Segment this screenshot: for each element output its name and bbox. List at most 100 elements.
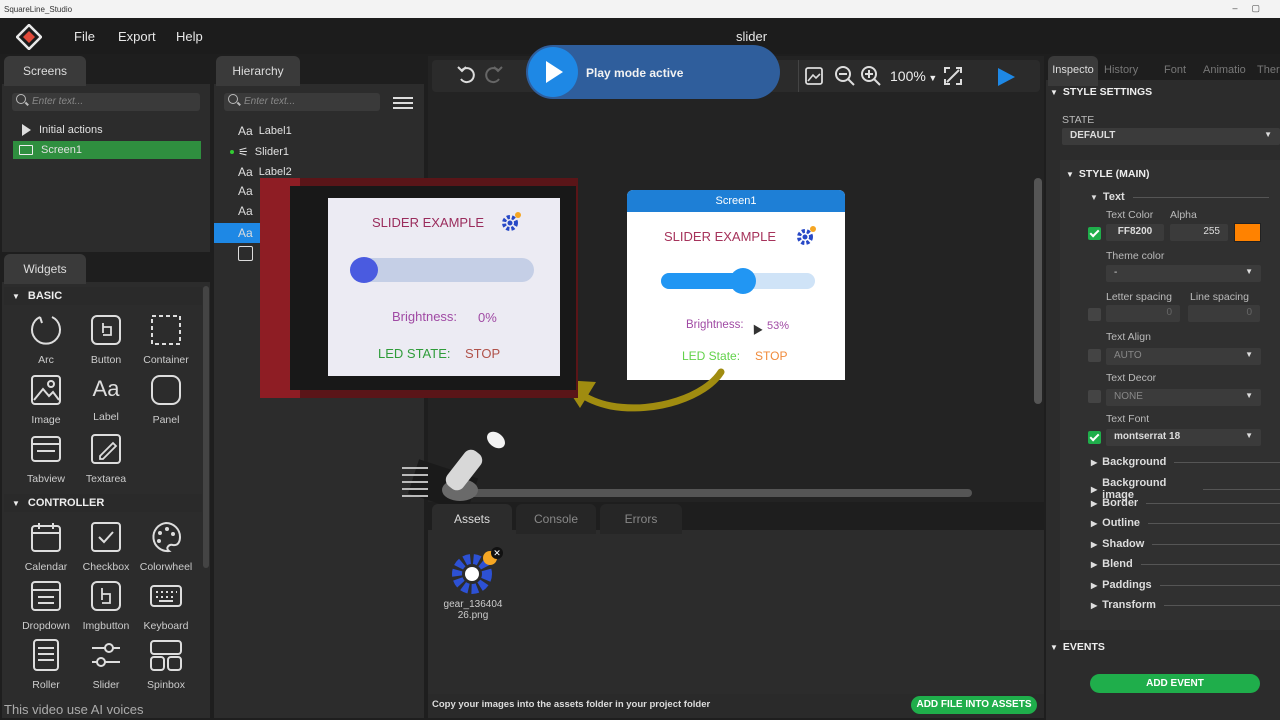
add-file-into-assets-button[interactable]: ADD FILE INTO ASSETS bbox=[911, 696, 1037, 714]
style-settings-header[interactable]: ▼ STYLE SETTINGS bbox=[1050, 86, 1152, 98]
widget-button[interactable]: Button bbox=[76, 313, 136, 366]
widget-roller[interactable]: Roller bbox=[16, 638, 76, 691]
window-controls[interactable]: –▢ bbox=[1232, 3, 1274, 14]
zoom-level-select[interactable]: 100% ▼ bbox=[890, 68, 937, 84]
section-transform[interactable]: ▶ Transform bbox=[1091, 599, 1280, 611]
widget-textarea[interactable]: Textarea bbox=[76, 432, 136, 485]
widget-colorwheel[interactable]: Colorwheel bbox=[136, 520, 196, 573]
photo-title: SLIDER EXAMPLE bbox=[372, 215, 484, 230]
expand-arrow-icon: ▶ bbox=[1091, 484, 1098, 494]
preview-slider-knob[interactable] bbox=[729, 268, 756, 294]
section-basic[interactable]: ▼ BASIC bbox=[4, 287, 202, 305]
menu-help[interactable]: Help bbox=[176, 29, 203, 44]
widget-checkbox[interactable]: Checkbox bbox=[76, 520, 136, 573]
tab-assets[interactable]: Assets bbox=[432, 504, 512, 534]
slider-icon bbox=[92, 643, 120, 667]
tab-history[interactable]: History bbox=[1104, 64, 1138, 76]
expand-arrow-icon: ▶ bbox=[1091, 498, 1098, 508]
tab-console[interactable]: Console bbox=[516, 504, 596, 534]
text-font-checkbox[interactable] bbox=[1088, 431, 1101, 444]
tab-inspector[interactable]: Inspecto bbox=[1048, 56, 1098, 86]
widget-container[interactable]: Container bbox=[136, 313, 196, 366]
events-header[interactable]: ▼ EVENTS bbox=[1050, 641, 1105, 653]
screens-item-initial-actions[interactable]: Initial actions bbox=[22, 121, 103, 139]
zoom-in-icon[interactable] bbox=[860, 65, 882, 87]
brightness-value: 53% bbox=[767, 320, 790, 332]
section-paddings[interactable]: ▶ Paddings bbox=[1091, 579, 1280, 591]
widget-arc[interactable]: Arc bbox=[16, 313, 76, 366]
text-decor-checkbox[interactable] bbox=[1088, 390, 1101, 403]
hierarchy-item-label1[interactable]: Aa Label1 bbox=[238, 122, 292, 140]
text-color-swatch[interactable] bbox=[1234, 223, 1261, 242]
tab-widgets[interactable]: Widgets bbox=[4, 254, 86, 284]
section-background[interactable]: ▶ Background bbox=[1091, 456, 1280, 468]
menu-export[interactable]: Export bbox=[118, 29, 156, 44]
section-shadow[interactable]: ▶ Shadow bbox=[1091, 538, 1280, 550]
text-section-header[interactable]: ▼ Text bbox=[1090, 191, 1269, 203]
tab-errors[interactable]: Errors bbox=[600, 504, 682, 534]
theme-color-select[interactable]: - bbox=[1106, 265, 1261, 282]
section-blend[interactable]: ▶ Blend bbox=[1091, 558, 1280, 570]
tab-animation[interactable]: Animatio bbox=[1203, 64, 1246, 76]
widget-spinbox[interactable]: Spinbox bbox=[136, 638, 196, 691]
widget-imgbutton[interactable]: Imgbutton bbox=[76, 579, 136, 632]
undo-icon[interactable] bbox=[456, 64, 478, 86]
text-font-select[interactable]: montserrat 18 bbox=[1106, 429, 1261, 446]
tab-themes[interactable]: Ther bbox=[1257, 64, 1280, 76]
text-color-input[interactable]: FF8200 bbox=[1106, 224, 1164, 241]
tab-screens[interactable]: Screens bbox=[4, 56, 86, 86]
section-controller[interactable]: ▼ CONTROLLER bbox=[4, 494, 202, 512]
section-border[interactable]: ▶ Border bbox=[1091, 497, 1280, 509]
play-button[interactable] bbox=[528, 47, 578, 97]
redo-icon[interactable] bbox=[482, 64, 504, 86]
hierarchy-item-selected[interactable]: Aa bbox=[214, 223, 264, 243]
tab-hierarchy[interactable]: Hierarchy bbox=[216, 56, 300, 86]
text-color-checkbox[interactable] bbox=[1088, 227, 1101, 240]
widget-tabview[interactable]: Tabview bbox=[16, 432, 76, 485]
spacing-checkbox[interactable] bbox=[1088, 308, 1101, 321]
widget-slider[interactable]: Slider bbox=[76, 638, 136, 691]
close-icon[interactable]: ✕ bbox=[491, 547, 503, 559]
state-select[interactable]: DEFAULT bbox=[1062, 128, 1280, 145]
text-align-checkbox[interactable] bbox=[1088, 349, 1101, 362]
collapse-arrow-icon: ▼ bbox=[12, 291, 20, 301]
menu-file[interactable]: File bbox=[74, 29, 95, 44]
textarea-icon bbox=[91, 434, 121, 464]
fullscreen-icon[interactable] bbox=[942, 65, 964, 87]
letter-spacing-input[interactable]: 0 bbox=[1106, 305, 1180, 322]
widget-keyboard[interactable]: Keyboard bbox=[136, 579, 196, 632]
text-decor-select[interactable]: NONE bbox=[1106, 389, 1261, 406]
theme-color-label: Theme color bbox=[1106, 250, 1165, 262]
alpha-input[interactable]: 255 bbox=[1170, 224, 1228, 241]
canvas-vertical-scrollbar[interactable] bbox=[1034, 178, 1042, 404]
canvas-horizontal-scrollbar[interactable] bbox=[450, 489, 972, 497]
widget-panel[interactable]: Panel bbox=[136, 373, 196, 426]
line-spacing-input[interactable]: 0 bbox=[1188, 305, 1260, 322]
widget-label[interactable]: Aa Label bbox=[76, 373, 136, 423]
play-mode-text: Play mode active bbox=[586, 66, 684, 80]
checkbox-icon bbox=[91, 522, 121, 552]
lcd-screen: SLIDER EXAMPLE Brightness: 0% LED STATE:… bbox=[328, 198, 560, 376]
add-event-button[interactable]: ADD EVENT bbox=[1090, 674, 1260, 693]
style-main-header[interactable]: ▼ STYLE (MAIN) bbox=[1066, 168, 1150, 180]
run-simulator-icon[interactable] bbox=[998, 68, 1015, 86]
screens-item-screen1[interactable]: Screen1 bbox=[13, 141, 201, 159]
screens-search-input[interactable]: Enter text... bbox=[12, 93, 200, 111]
screen1-preview[interactable]: Screen1 SLIDER EXAMPLE Brightness: 53% L… bbox=[627, 190, 845, 380]
tab-font[interactable]: Font bbox=[1164, 64, 1186, 76]
section-outline[interactable]: ▶ Outline bbox=[1091, 517, 1280, 529]
zoom-out-icon[interactable] bbox=[834, 65, 856, 87]
hierarchy-search-input[interactable]: Enter text... bbox=[224, 93, 380, 111]
state-label: STATE bbox=[1062, 114, 1095, 126]
fit-image-icon[interactable] bbox=[804, 66, 824, 86]
hierarchy-item-slider1[interactable]: ⚟ Slider1 bbox=[230, 143, 289, 161]
widget-dropdown[interactable]: Dropdown bbox=[16, 579, 76, 632]
widget-calendar[interactable]: Calendar bbox=[16, 520, 76, 573]
widget-image[interactable]: Image bbox=[16, 373, 76, 426]
expand-arrow-icon: ▶ bbox=[1091, 600, 1098, 610]
preview-slider[interactable] bbox=[661, 268, 815, 294]
widgets-scrollbar[interactable] bbox=[203, 286, 209, 568]
text-align-select[interactable]: AUTO bbox=[1106, 348, 1261, 365]
window-title-bar: SquareLine_Studio –▢ bbox=[0, 0, 1280, 18]
list-view-icon[interactable] bbox=[393, 94, 413, 110]
